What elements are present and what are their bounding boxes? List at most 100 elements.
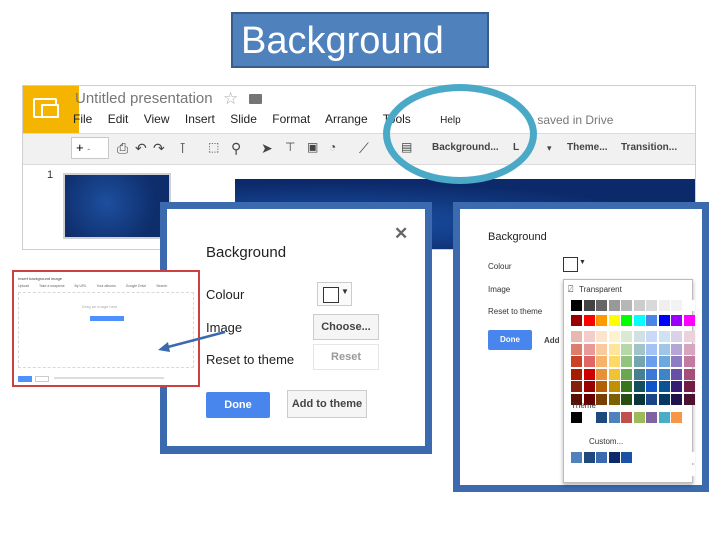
colour-swatch[interactable] xyxy=(621,315,632,326)
select-icon[interactable]: ➤ xyxy=(261,140,273,157)
colour-swatch[interactable] xyxy=(621,356,632,367)
colour-swatch[interactable] xyxy=(683,331,695,342)
colour-swatch[interactable] xyxy=(608,452,620,463)
colour-swatch[interactable] xyxy=(658,393,670,405)
reset-button[interactable]: Reset xyxy=(313,344,379,370)
new-slide-button[interactable]: + - xyxy=(71,137,109,159)
colour-swatch[interactable] xyxy=(621,393,632,405)
colour-swatch[interactable] xyxy=(571,300,582,311)
colour-picker[interactable]: ▼ xyxy=(317,282,352,306)
add-to-theme-button[interactable]: Add to theme xyxy=(287,390,367,418)
colour-swatch[interactable] xyxy=(671,412,682,423)
colour-swatch[interactable] xyxy=(633,393,645,405)
colour-swatch[interactable] xyxy=(571,368,582,380)
colour-swatch[interactable] xyxy=(571,356,582,367)
colour-swatch[interactable] xyxy=(646,464,657,476)
colour-swatch[interactable] xyxy=(621,331,632,342)
colour-swatch[interactable] xyxy=(646,452,657,463)
colour-swatch[interactable] xyxy=(658,368,670,380)
folder-icon[interactable] xyxy=(249,94,262,104)
menu-view[interactable]: View xyxy=(144,112,170,126)
colour-swatch[interactable] xyxy=(683,343,695,355)
colour-swatch[interactable] xyxy=(683,315,695,326)
menu-slide[interactable]: Slide xyxy=(230,112,257,126)
colour-swatch[interactable] xyxy=(571,331,582,342)
colour-swatch[interactable] xyxy=(671,356,682,367)
colour-swatch[interactable] xyxy=(583,343,595,355)
choose-file-button[interactable] xyxy=(90,316,124,321)
colour-swatch[interactable] xyxy=(671,300,682,311)
colour-swatch[interactable] xyxy=(658,356,670,367)
menu-file[interactable]: File xyxy=(73,112,92,126)
colour-swatch[interactable] xyxy=(583,464,595,476)
colour-swatch[interactable] xyxy=(658,452,670,463)
cancel-button[interactable] xyxy=(35,376,49,382)
tab-search[interactable]: Search xyxy=(156,284,167,288)
colour-swatch[interactable] xyxy=(683,464,695,476)
transparent-option[interactable]: Transparent xyxy=(579,285,622,294)
colour-swatch[interactable] xyxy=(633,452,645,463)
colour-swatch[interactable] xyxy=(621,343,632,355)
colour-swatch[interactable] xyxy=(671,464,682,476)
colour-swatch[interactable] xyxy=(596,343,607,355)
colour-swatch[interactable] xyxy=(571,315,582,326)
colour-swatch[interactable] xyxy=(583,300,595,311)
colour-swatch[interactable] xyxy=(683,300,695,311)
textbox-icon[interactable]: ⊤ xyxy=(285,140,295,154)
colour-swatch[interactable] xyxy=(646,315,657,326)
tab-albums[interactable]: Your albums xyxy=(96,284,115,288)
paint-format-icon[interactable]: ⊺ xyxy=(179,140,186,157)
colour-swatch[interactable] xyxy=(596,331,607,342)
colour-swatch[interactable] xyxy=(596,381,607,392)
choose-image-button[interactable]: Choose... xyxy=(313,314,379,340)
colour-picker[interactable]: ▼ xyxy=(563,257,587,273)
shape-icon[interactable]: ◔ xyxy=(329,140,336,154)
print-icon[interactable]: ⎙ xyxy=(117,140,128,157)
fit-icon[interactable]: ⬚ xyxy=(208,140,219,154)
colour-swatch[interactable] xyxy=(596,452,607,463)
colour-swatch[interactable] xyxy=(633,300,645,311)
colour-swatch[interactable] xyxy=(671,315,682,326)
select-button[interactable] xyxy=(18,376,32,382)
done-button[interactable]: Done xyxy=(206,392,270,418)
colour-swatch[interactable] xyxy=(608,315,620,326)
colour-swatch[interactable] xyxy=(596,315,607,326)
colour-swatch[interactable] xyxy=(658,331,670,342)
colour-swatch[interactable] xyxy=(646,331,657,342)
colour-swatch[interactable] xyxy=(671,343,682,355)
tab-drive[interactable]: Google Drive xyxy=(126,284,146,288)
colour-swatch[interactable] xyxy=(683,452,695,463)
undo-icon[interactable]: ↶ xyxy=(135,140,147,157)
colour-swatch[interactable] xyxy=(683,393,695,405)
colour-swatch[interactable] xyxy=(621,452,632,463)
star-icon[interactable]: ☆ xyxy=(223,89,238,109)
colour-swatch[interactable] xyxy=(621,368,632,380)
colour-swatch[interactable] xyxy=(658,343,670,355)
colour-swatch[interactable] xyxy=(633,381,645,392)
colour-swatch[interactable] xyxy=(671,331,682,342)
colour-swatch[interactable] xyxy=(683,356,695,367)
chevron-down-icon[interactable]: ▾ xyxy=(547,143,552,154)
menu-arrange[interactable]: Arrange xyxy=(325,112,368,126)
colour-swatch[interactable] xyxy=(633,412,645,423)
redo-icon[interactable]: ↷ xyxy=(153,140,165,157)
colour-swatch[interactable] xyxy=(608,300,620,311)
colour-swatch[interactable] xyxy=(683,381,695,392)
colour-swatch[interactable] xyxy=(646,412,657,423)
colour-swatch[interactable] xyxy=(608,356,620,367)
colour-swatch[interactable] xyxy=(621,412,632,423)
colour-swatch[interactable] xyxy=(571,452,582,463)
colour-swatch[interactable] xyxy=(671,393,682,405)
colour-swatch[interactable] xyxy=(646,381,657,392)
document-title[interactable]: Untitled presentation xyxy=(75,90,213,107)
tab-upload[interactable]: Upload xyxy=(18,284,29,288)
colour-swatch[interactable] xyxy=(596,412,607,423)
tab-url[interactable]: By URL xyxy=(75,284,87,288)
theme-button[interactable]: Theme... xyxy=(563,138,612,158)
colour-swatch[interactable] xyxy=(646,393,657,405)
colour-swatch[interactable] xyxy=(671,381,682,392)
done-button[interactable]: Done xyxy=(488,330,532,350)
colour-swatch[interactable] xyxy=(621,381,632,392)
colour-swatch[interactable] xyxy=(583,452,595,463)
custom-colour-option[interactable]: Custom... xyxy=(589,437,623,446)
